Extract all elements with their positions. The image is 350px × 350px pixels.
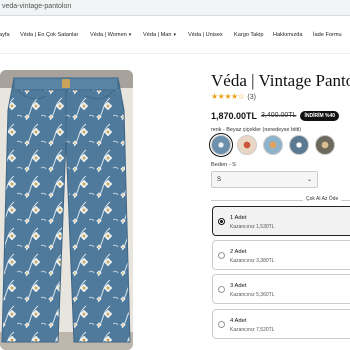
nav-item-shipment-tracking[interactable]: Kargo Takip xyxy=(234,32,263,38)
nav-item-women[interactable]: Véda | Women ▾ xyxy=(90,32,131,38)
radio-button[interactable] xyxy=(218,286,225,293)
bundle-option-2[interactable]: 2 Adet Kazancınız 3,380TL xyxy=(212,240,350,270)
size-value: S xyxy=(217,177,222,183)
nav-item-unisex[interactable]: Véda | Unisex xyxy=(188,32,223,38)
size-label: Beden - S xyxy=(211,162,236,168)
chevron-down-icon: ▾ xyxy=(128,32,132,38)
product-image[interactable] xyxy=(0,70,133,350)
browser-url-bar[interactable]: veda-vintage-pantolon xyxy=(0,0,350,16)
nav-item-man[interactable]: Véda | Man ▾ xyxy=(143,32,176,38)
discount-badge: İNDİRİM %40 xyxy=(300,110,340,121)
floral-jeans-illustration xyxy=(0,70,133,350)
bundle-option-savings: Kazancınız 3,380TL xyxy=(230,258,275,264)
old-price: 3,400.00TL xyxy=(261,112,297,120)
star-rating-icon: ★★★★☆ xyxy=(211,92,245,101)
bundle-option-4[interactable]: 4 Adet Kazancınız 7,520TL xyxy=(212,309,350,339)
swatch-orange-flowers[interactable] xyxy=(263,135,283,155)
bundle-option-title: 1 Adet xyxy=(230,215,247,221)
bundle-option-3[interactable]: 3 Adet Kazancınız 5,360TL xyxy=(212,274,350,304)
chevron-down-icon: ▾ xyxy=(173,32,177,38)
main-nav: ayfa Véda | En Çok Satanlar Véda | Women… xyxy=(0,16,350,54)
product-rating[interactable]: ★★★★☆ (3) xyxy=(211,92,256,101)
radio-button[interactable] xyxy=(218,321,225,328)
color-label: renk - Beyaz çiçekler (neredeyse bitti) xyxy=(211,127,302,133)
review-count[interactable]: (3) xyxy=(247,94,256,101)
nav-item-homepage[interactable]: ayfa xyxy=(0,32,10,38)
product-title: Véda | Vintage Pantol xyxy=(211,71,350,90)
bundle-option-savings: Kazancınız 1,530TL xyxy=(230,224,275,230)
bundle-option-title: 4 Adet xyxy=(230,318,247,324)
url-text[interactable]: veda-vintage-pantolon xyxy=(2,3,71,10)
bundle-option-savings: Kazancınız 7,520TL xyxy=(230,327,275,333)
nav-item-return-form[interactable]: İade Formu xyxy=(313,32,342,38)
bundle-option-savings: Kazancınız 5,360TL xyxy=(230,292,275,298)
current-price: 1,870.00TL xyxy=(211,110,258,121)
size-select[interactable]: S ⌄ xyxy=(211,171,318,188)
bundle-divider: Çok Al Az Öde xyxy=(211,196,350,204)
radio-button[interactable] xyxy=(218,252,225,259)
swatch-olive-pattern[interactable] xyxy=(315,135,335,155)
bundle-option-1[interactable]: 1 Adet Kazancınız 1,530TL xyxy=(212,206,350,236)
chevron-down-icon: ⌄ xyxy=(306,177,312,183)
bundle-divider-label: Çok Al Az Öde xyxy=(303,196,342,202)
swatch-blue-denim[interactable] xyxy=(289,135,309,155)
radio-button[interactable] xyxy=(218,218,225,225)
swatch-red-flowers[interactable] xyxy=(237,135,257,155)
price-row: 1,870.00TL 3,400.00TL İNDİRİM %40 xyxy=(211,107,340,121)
nav-item-best-sellers[interactable]: Véda | En Çok Satanlar xyxy=(20,32,78,38)
nav-item-about[interactable]: Hakkımızda xyxy=(273,32,303,38)
bundle-option-title: 3 Adet xyxy=(230,283,247,289)
bundle-option-title: 2 Adet xyxy=(230,249,247,255)
swatch-white-flowers[interactable] xyxy=(209,133,233,157)
